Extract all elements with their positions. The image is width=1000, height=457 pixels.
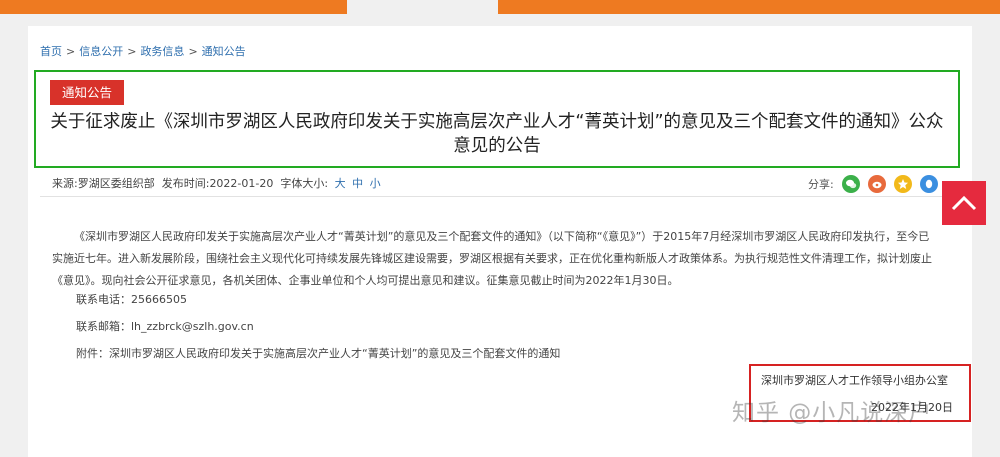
article-body: 《深圳市罗湖区人民政府印发关于实施高层次产业人才“菁英计划”的意见及三个配套文件…	[52, 230, 932, 287]
back-to-top-button[interactable]	[942, 181, 986, 225]
breadcrumb-info-disclosure[interactable]: 信息公开	[79, 45, 123, 58]
attachment-link[interactable]: 附件：深圳市罗湖区人民政府印发关于实施高层次产业人才“菁英计划”的意见及三个配套…	[76, 345, 560, 361]
breadcrumb-notices[interactable]: 通知公告	[202, 45, 246, 58]
chevron-up-icon	[951, 195, 977, 211]
publish-time: 2022-01-20	[209, 177, 274, 190]
source-value: 罗湖区委组织部	[77, 177, 155, 190]
title-highlight-box: 通知公告 关于征求废止《深圳市罗湖区人民政府印发关于实施高层次产业人才“菁英计划…	[34, 70, 960, 168]
top-accent-bar	[0, 0, 1000, 14]
contact-email: 联系邮箱：lh_zzbrck@szlh.gov.cn	[76, 320, 254, 333]
share-bar: 分享:	[808, 175, 938, 193]
qzone-icon[interactable]	[893, 175, 912, 193]
font-size-medium[interactable]: 中	[352, 177, 363, 190]
breadcrumb-home[interactable]: 首页	[40, 45, 62, 58]
breadcrumb-separator: >	[188, 45, 198, 58]
signature-org: 深圳市罗湖区人才工作领导小组办公室	[761, 374, 948, 387]
top-accent-left	[0, 0, 347, 14]
source-label: 来源:	[52, 177, 78, 190]
font-size-label: 字体大小:	[280, 177, 329, 190]
category-tag: 通知公告	[50, 80, 124, 105]
font-size-small[interactable]: 小	[370, 177, 381, 190]
breadcrumb-gov-info[interactable]: 政务信息	[140, 45, 184, 58]
font-size-large[interactable]: 大	[335, 177, 346, 190]
weibo-icon[interactable]	[867, 175, 886, 193]
article-meta: 来源:罗湖区委组织部 发布时间:2022-01-20 字体大小: 大 中 小	[52, 175, 381, 191]
breadcrumb-separator: >	[66, 45, 76, 58]
watermark: 知乎 @小凡说深户	[732, 400, 933, 426]
breadcrumb-separator: >	[127, 45, 137, 58]
qq-icon[interactable]	[919, 175, 938, 193]
meta-divider	[40, 196, 960, 197]
share-label: 分享:	[808, 178, 834, 191]
top-accent-right	[498, 0, 1000, 14]
wechat-icon[interactable]	[841, 175, 860, 193]
contact-phone: 联系电话：25666505	[76, 293, 187, 306]
breadcrumb: 首页 > 信息公开 > 政务信息 > 通知公告	[40, 43, 246, 59]
page-title: 关于征求废止《深圳市罗湖区人民政府印发关于实施高层次产业人才“菁英计划”的意见及…	[50, 112, 944, 156]
time-label: 发布时间:	[161, 177, 210, 190]
